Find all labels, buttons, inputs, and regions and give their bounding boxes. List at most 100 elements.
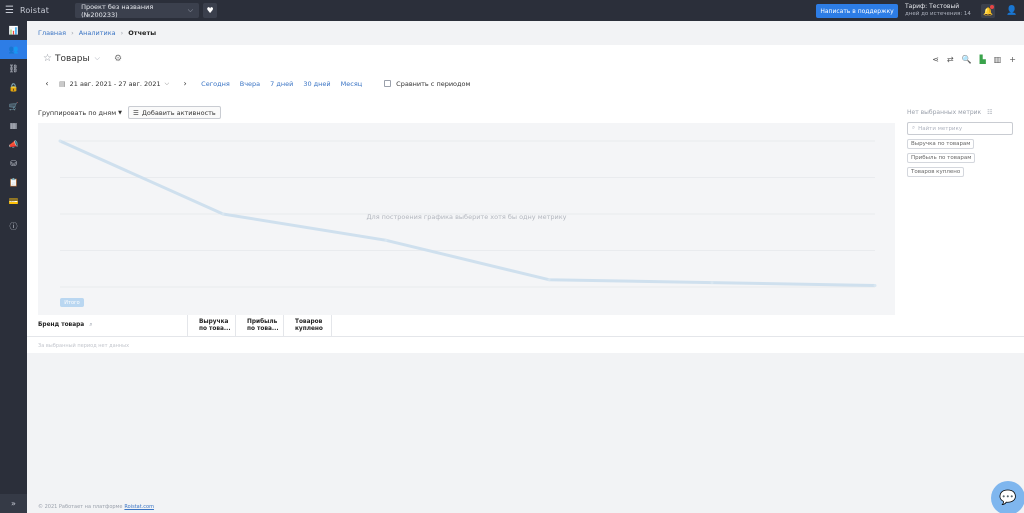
breadcrumb-separator: ›: [120, 29, 124, 37]
sidebar-item-table[interactable]: 📋: [0, 173, 27, 192]
user-icon[interactable]: 👤: [1005, 4, 1019, 18]
project-name: Проект без названия (№200233): [81, 2, 154, 19]
sidebar-item-structure[interactable]: ⛓: [0, 59, 27, 78]
metric-tag[interactable]: Выручка по товарам: [907, 139, 975, 149]
period-shortcuts: Сегодня Вчера 7 дней 30 дней Месяц: [201, 80, 362, 88]
money-icon: 💳: [8, 197, 19, 206]
sidebar-item-calendar[interactable]: ▦: [0, 116, 27, 135]
share-icon[interactable]: ⋖: [932, 55, 939, 64]
chart-empty-message: Для построения графика выберите хотя бы …: [366, 213, 567, 221]
sidebar: 📊 👥 ⛓ 🔒 🛒 ▦ 📣 ⛁ 📋 💳 ⓘ »: [0, 21, 27, 513]
main-content: Главная › Аналитика › Отчеты ☆ Товары ⌵ …: [27, 21, 1024, 513]
sidebar-expand-button[interactable]: »: [0, 494, 27, 513]
caret-down-icon[interactable]: ▼: [118, 110, 122, 116]
sidebar-item-analytics[interactable]: 📊: [0, 21, 27, 40]
metrics-header-label: Нет выбранных метрик: [907, 109, 982, 116]
date-range-picker[interactable]: ▤ 21 авг. 2021 - 27 авг. 2021 ⌵: [59, 80, 169, 88]
period-row: ‹ ▤ 21 авг. 2021 - 27 авг. 2021 ⌵ › Сего…: [41, 79, 470, 88]
column-profit[interactable]: Прибыль по това...: [236, 315, 284, 336]
tariff-title: Тариф: Тестовый: [905, 3, 960, 10]
app-logo[interactable]: Roistat: [20, 6, 49, 15]
table-empty-message: За выбранный период нет данных: [38, 343, 130, 349]
breadcrumb: Главная › Аналитика › Отчеты: [38, 29, 156, 37]
chart-point: [384, 238, 388, 242]
add-activity-button[interactable]: ☰ Добавить активность: [127, 106, 221, 119]
table-edit-icon: 📋: [8, 178, 19, 187]
chart-series-tag[interactable]: Итого: [60, 298, 84, 307]
sitemap-icon: ⛓: [8, 64, 19, 73]
info-icon: ⓘ: [9, 222, 18, 231]
sidebar-item-info[interactable]: ⓘ: [0, 217, 27, 236]
breadcrumb-home[interactable]: Главная: [38, 29, 66, 37]
add-activity-label: Добавить активность: [141, 108, 216, 117]
table-header: Бренд товара ⌕ Выручка по това... Прибыл…: [27, 315, 1024, 337]
calendar-icon: ▦: [9, 121, 18, 130]
chevron-down-icon: ⌵: [164, 79, 170, 87]
analytics-icon: 📊: [8, 26, 19, 35]
sidebar-item-users[interactable]: 👥: [0, 40, 27, 59]
period-30-days[interactable]: 30 дней: [303, 80, 330, 88]
compare-checkbox[interactable]: [384, 80, 392, 87]
favorite-heart-icon[interactable]: ♥: [203, 3, 218, 18]
tariff-info[interactable]: Тариф: Тестовый дней до истечения: 14: [905, 3, 971, 18]
chevron-down-icon: ⌵: [187, 6, 194, 14]
list-icon: ☰: [132, 108, 139, 117]
menu-icon[interactable]: ☰: [5, 5, 19, 16]
cart-icon: 🛒: [8, 102, 19, 111]
period-today[interactable]: Сегодня: [201, 80, 230, 88]
breadcrumb-current: Отчеты: [128, 29, 157, 37]
column-bought[interactable]: Товаров куплено: [284, 315, 332, 336]
list-settings-icon[interactable]: ☷: [987, 109, 992, 116]
period-yesterday[interactable]: Вчера: [240, 80, 260, 88]
metric-search-placeholder: Найти метрику: [918, 125, 963, 132]
gear-icon[interactable]: ⚙: [114, 54, 122, 64]
page-title[interactable]: Товары: [55, 54, 90, 64]
report-toolbar: ⋖ ⇄ 🔍 ▙ ▥ +: [932, 55, 1016, 64]
sidebar-item-database[interactable]: ⛁: [0, 154, 27, 173]
next-period-button[interactable]: ›: [179, 79, 191, 88]
database-icon: ⛁: [10, 159, 17, 168]
star-icon[interactable]: ☆: [43, 53, 52, 64]
notifications-bell-icon[interactable]: 🔔: [981, 4, 995, 18]
footer: © 2021 Работает на платформе Roistat.com: [27, 501, 1024, 513]
compare-label[interactable]: Сравнить с периодом: [396, 80, 470, 88]
search-icon[interactable]: ⌕: [89, 322, 92, 329]
swap-icon[interactable]: ⇄: [947, 55, 954, 64]
plus-icon[interactable]: +: [1009, 55, 1016, 64]
support-button[interactable]: Написать в поддержку: [816, 4, 898, 18]
prev-period-button[interactable]: ‹: [41, 79, 53, 88]
sidebar-item-lock[interactable]: 🔒: [0, 78, 27, 97]
tariff-days: дней до истечения: 14: [905, 10, 971, 17]
sidebar-item-money[interactable]: 💳: [0, 192, 27, 211]
lock-icon: 🔒: [8, 83, 19, 92]
metric-tag[interactable]: Товаров куплено: [907, 167, 965, 177]
report-title-row: ☆ Товары ⌵ ⚙: [43, 53, 122, 64]
footer-link[interactable]: Roistat.com: [124, 504, 154, 510]
chevron-down-icon[interactable]: ⌵: [95, 54, 100, 63]
user-group-icon: 👥: [8, 45, 19, 54]
period-month[interactable]: Месяц: [341, 80, 363, 88]
chart-point: [873, 284, 877, 288]
search-icon: ⌕: [912, 125, 916, 131]
chat-icon[interactable]: 💬: [991, 481, 1024, 513]
metric-search-input[interactable]: ⌕ Найти метрику: [907, 122, 1013, 135]
date-range-value: 21 авг. 2021 - 27 авг. 2021: [69, 79, 161, 88]
search-icon[interactable]: 🔍: [962, 55, 972, 64]
sidebar-item-cart[interactable]: 🛒: [0, 97, 27, 116]
column-revenue[interactable]: Выручка по това...: [188, 315, 236, 336]
sidebar-item-marketing[interactable]: 📣: [0, 135, 27, 154]
chart-icon[interactable]: ▙: [980, 55, 986, 64]
breadcrumb-analytics[interactable]: Аналитика: [79, 29, 116, 37]
table-icon[interactable]: ▥: [994, 55, 1002, 64]
period-7-days[interactable]: 7 дней: [270, 80, 293, 88]
group-by-select[interactable]: Группировать по дням: [38, 109, 116, 117]
metric-tag[interactable]: Прибыль по товарам: [907, 153, 976, 163]
metrics-header: Нет выбранных метрик ☷: [907, 109, 1017, 116]
footer-text: © 2021 Работает на платформе: [38, 504, 123, 510]
metrics-panel: Нет выбранных метрик ☷ ⌕ Найти метрику В…: [907, 109, 1017, 177]
project-select[interactable]: Проект без названия (№200233) ⌵: [75, 2, 200, 19]
column-brand[interactable]: Бренд товара ⌕: [27, 315, 188, 336]
top-bar: ☰ Roistat Проект без названия (№200233) …: [0, 0, 1024, 21]
calendar-icon: ▤: [59, 79, 66, 88]
chart-area: Для построения графика выберите хотя бы …: [38, 123, 895, 315]
